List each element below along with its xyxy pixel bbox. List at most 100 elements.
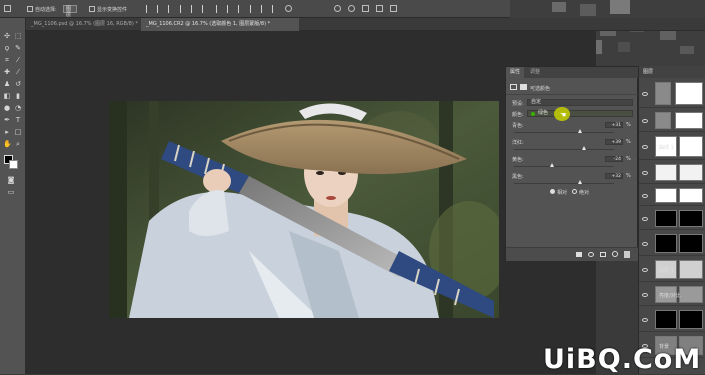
quick-mask-icon[interactable]: ◙ (7, 176, 15, 184)
distribute-3-icon[interactable] (238, 5, 239, 13)
align-center-icon[interactable] (157, 5, 158, 13)
layer-mask-thumbnail (679, 286, 703, 303)
stamp-tool-icon[interactable]: ♟ (3, 80, 11, 88)
3d-scale-icon[interactable] (390, 5, 397, 12)
move-tool-icon[interactable]: ✣ (3, 32, 11, 40)
absolute-label: 绝对 (579, 190, 590, 196)
pen-tool-icon[interactable]: ✒ (3, 116, 11, 124)
align-top-icon[interactable] (180, 5, 181, 13)
align-right-icon[interactable] (168, 5, 169, 13)
layer-row[interactable] (639, 162, 705, 184)
eye-icon[interactable] (642, 217, 648, 221)
align-middle-icon[interactable] (191, 5, 192, 13)
photo-canvas-image[interactable] (109, 101, 499, 318)
slider-value[interactable]: -24 (605, 156, 623, 162)
distribute-6-icon[interactable] (272, 5, 273, 13)
transform-controls-checkbox[interactable] (89, 6, 95, 12)
eye-icon[interactable] (642, 171, 648, 175)
background-color-swatch[interactable] (9, 160, 18, 169)
quick-select-tool-icon[interactable]: ✎ (14, 44, 22, 52)
hand-tool-icon[interactable]: ✋ (3, 140, 12, 148)
clip-layer-icon[interactable] (576, 252, 582, 257)
tab-cr2[interactable]: _MG_1106.CR2 @ 16.7% (选取颜色 1, 图层蒙版/8) * (141, 18, 299, 31)
slider-thumb[interactable] (582, 146, 586, 150)
slider-track[interactable] (514, 132, 614, 133)
history-brush-icon[interactable]: ↺ (14, 80, 22, 88)
layer-row[interactable]: 图层 1 (639, 258, 705, 282)
gradient-tool-icon[interactable]: ▮ (14, 92, 22, 100)
slider-value[interactable]: +31 (605, 122, 623, 128)
color-dropdown[interactable]: 绿色 (527, 110, 633, 117)
slider-label: 黄色: (512, 157, 524, 163)
view-previous-icon[interactable] (588, 252, 594, 257)
slider-thumb[interactable] (550, 163, 554, 167)
auto-select-dropdown[interactable]: 图层 (63, 5, 77, 18)
tab-properties[interactable]: 属性 (506, 67, 525, 78)
layer-row[interactable] (639, 80, 705, 108)
align-left-icon[interactable] (146, 5, 147, 13)
tab-psd[interactable]: _MG_1106.psd @ 16.7% (图层 16, RGB/8) * (26, 18, 138, 31)
eye-icon[interactable] (642, 145, 648, 149)
layer-row[interactable] (639, 110, 705, 132)
absolute-radio[interactable] (572, 189, 577, 194)
slider-thumb[interactable] (578, 129, 582, 133)
mask-icon[interactable] (520, 84, 527, 90)
eraser-tool-icon[interactable]: ◧ (3, 92, 11, 100)
align-bottom-icon[interactable] (202, 5, 203, 13)
marquee-tool-icon[interactable]: ⬚ (14, 32, 22, 40)
layer-row[interactable] (639, 232, 705, 256)
eye-icon[interactable] (642, 318, 648, 322)
3d-roll-icon[interactable] (348, 5, 355, 12)
layer-row[interactable]: 亮度/对比 (639, 284, 705, 306)
3d-rotate-icon[interactable] (334, 5, 341, 12)
3d-pan-icon[interactable] (362, 5, 369, 12)
screen-mode-icon[interactable]: ▭ (7, 188, 15, 196)
move-tool-icon[interactable] (4, 5, 11, 12)
eye-icon[interactable] (642, 194, 648, 198)
slider-track[interactable] (514, 183, 614, 184)
eyedropper-tool-icon[interactable]: ⁄ (14, 56, 22, 64)
layer-row[interactable] (639, 208, 705, 230)
path-select-icon[interactable]: ▸ (3, 128, 11, 136)
tab-adjust[interactable]: 调整 (526, 67, 544, 78)
brush-tool-icon[interactable]: ⁄ (14, 68, 22, 76)
distribute-4-icon[interactable] (250, 5, 251, 13)
slider-label: 青色: (512, 123, 524, 129)
layer-row[interactable]: 曲线 1 (639, 134, 705, 160)
auto-select-checkbox[interactable] (27, 6, 33, 12)
color-label: 颜色: (512, 112, 524, 118)
crop-tool-icon[interactable]: ⌗ (3, 56, 11, 64)
properties-panel: 属性 调整 可选颜色 预设: 自定 颜色: 绿色 ☚ 青色: +31% 洋红: +39… (505, 66, 639, 261)
layer-row[interactable] (639, 186, 705, 206)
slider-value[interactable]: +32 (605, 173, 623, 179)
relative-radio[interactable] (550, 189, 555, 194)
trash-icon[interactable] (624, 251, 630, 258)
slider-track[interactable] (514, 149, 614, 150)
dodge-tool-icon[interactable]: ◔ (14, 104, 22, 112)
lasso-tool-icon[interactable]: ϙ (3, 44, 11, 52)
tools-panel: ✣ ⬚ ϙ ✎ ⌗ ⁄ ✚ ⁄ ♟ ↺ ◧ ▮ ● ◔ ✒ T ▸ □ ✋ ⌕ … (0, 18, 26, 374)
preset-dropdown[interactable]: 自定 (527, 99, 633, 106)
distribute-2-icon[interactable] (227, 5, 228, 13)
blur-tool-icon[interactable]: ● (3, 104, 11, 112)
reset-icon[interactable] (600, 252, 606, 257)
eye-icon[interactable] (642, 119, 648, 123)
auto-align-icon[interactable] (285, 5, 292, 12)
visibility-icon[interactable] (612, 251, 618, 257)
distribute-1-icon[interactable] (216, 5, 217, 13)
distribute-5-icon[interactable] (261, 5, 262, 13)
eye-icon[interactable] (642, 92, 648, 96)
shape-tool-icon[interactable]: □ (14, 128, 22, 136)
slider-value[interactable]: +39 (605, 139, 623, 145)
layer-row[interactable] (639, 308, 705, 332)
slider-thumb[interactable] (578, 180, 582, 184)
zoom-tool-icon[interactable]: ⌕ (14, 140, 22, 148)
eye-icon[interactable] (642, 242, 648, 246)
tab-psd-label: _MG_1106.psd @ 16.7% (图层 16, RGB/8) * (31, 21, 138, 27)
eye-icon[interactable] (642, 293, 648, 297)
type-tool-icon[interactable]: T (14, 116, 22, 124)
3d-slide-icon[interactable] (376, 5, 383, 12)
slider-track[interactable] (514, 166, 614, 167)
eye-icon[interactable] (642, 268, 648, 272)
healing-tool-icon[interactable]: ✚ (3, 68, 11, 76)
